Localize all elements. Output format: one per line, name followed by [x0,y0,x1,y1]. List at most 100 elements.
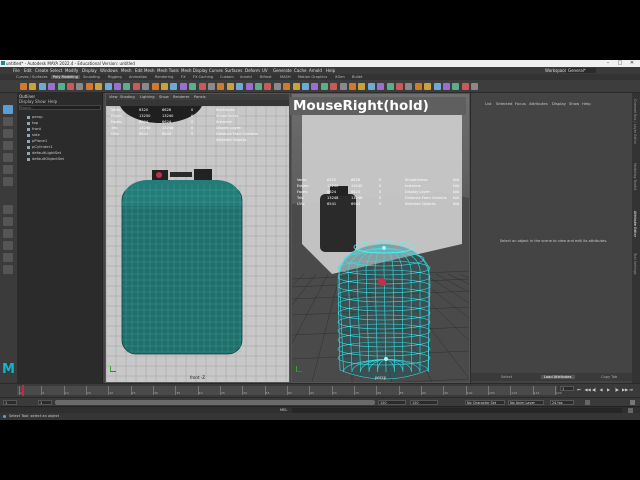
menu-uv[interactable]: UV [262,68,268,73]
menu-generate[interactable]: Generate [273,68,292,73]
preferences-icon[interactable] [630,400,635,405]
shelf-tab-bifrost[interactable]: Bifrost [260,75,272,79]
menu-cache[interactable]: Cache [294,68,306,73]
outliner-item-default-light-set[interactable]: defaultLightSet [27,150,61,155]
grid-icon[interactable] [367,83,375,90]
vp-menu-lighting[interactable]: Lighting [140,95,155,99]
merge-icon[interactable] [236,83,244,90]
search-layout-icon[interactable] [3,265,13,274]
plane-icon[interactable] [67,83,74,90]
auto-map-icon[interactable] [292,83,300,90]
menu-deform[interactable]: Deform [245,68,260,73]
cone-icon[interactable] [48,83,56,90]
shelf-tab-rigging[interactable]: Rigging [108,75,122,79]
playback-button[interactable]: ⏮ [577,387,581,392]
two-view-layout-icon[interactable] [3,229,13,238]
target-weld-icon[interactable] [255,83,262,90]
menu-curves[interactable]: Curves [209,68,223,73]
quad-draw-icon[interactable] [264,83,272,90]
ae-menu-attributes[interactable]: Attributes [529,101,548,106]
current-frame-marker[interactable] [22,385,24,396]
cylinder-icon[interactable] [38,83,46,90]
mirror-icon[interactable] [189,83,197,90]
cut-uv-icon[interactable] [302,83,309,90]
disc-icon[interactable] [76,83,84,90]
ae-menu-show[interactable]: Show [569,101,579,106]
ae-menu-list[interactable]: List [485,101,492,106]
outliner-menu-show[interactable]: Show [35,99,46,104]
sew-uv-icon[interactable] [311,83,319,90]
shelf-tab-mash[interactable]: MASH [280,75,291,79]
snap-curve-icon[interactable] [377,83,385,90]
menu-select[interactable]: Select [50,68,62,73]
freeze-icon[interactable] [349,83,356,90]
shelf-tab-animation[interactable]: Animation [129,75,147,79]
shelf-tab-fx[interactable]: FX [181,75,186,79]
shelf-tab-motion-graphics[interactable]: Motion Graphics [298,75,327,79]
ipr-icon[interactable] [443,83,450,90]
snap-view-icon[interactable] [396,83,403,90]
outliner-item-persp[interactable]: persp [27,114,43,119]
auto-key-icon[interactable] [585,400,590,405]
viewport-front[interactable]: View Shading Lighting Show Renderer Pane… [105,93,290,383]
paint-select-tool-icon[interactable] [3,129,13,138]
platonic-icon[interactable] [85,83,93,90]
torus-icon[interactable] [57,83,65,90]
side-tab-modeling-toolkit[interactable]: Modeling Toolkit [633,163,637,190]
snap-point-icon[interactable] [386,83,394,90]
outliner-item-pcylinder1[interactable]: pCylinder1 [27,144,53,149]
side-tab-tool-settings[interactable]: Tool Settings [633,253,637,275]
separate-icon[interactable] [161,83,168,90]
multicut-icon[interactable] [245,83,253,90]
shelf-tab-arnold[interactable]: Arnold [240,75,252,79]
vp-menu-show[interactable]: Show [159,95,169,99]
character-set-select[interactable]: No Character Set [465,400,505,405]
shelf-tab-custom[interactable]: Custom [220,75,234,79]
side-tab-attribute-editor[interactable]: Attribute Editor [633,211,637,237]
shelf-tab-fx-caching[interactable]: FX Caching [193,75,213,79]
extrude-icon[interactable] [198,83,206,90]
super-shape-icon[interactable] [123,83,131,90]
combine-icon[interactable] [151,83,159,90]
hypershade-icon[interactable] [461,83,469,90]
fill-hole-icon[interactable] [226,83,234,90]
smooth-icon[interactable] [170,83,178,90]
soccer-icon[interactable] [114,83,121,90]
outliner-item-pplane1[interactable]: pPlane1 [27,138,47,143]
ae-menu-selected[interactable]: Selected [496,101,512,106]
magnet-icon[interactable] [414,83,422,90]
menu-mesh[interactable]: Mesh [121,68,132,73]
vp-menu-view[interactable]: View [109,95,118,99]
last-tool-icon[interactable] [3,177,13,186]
four-view-layout-icon[interactable] [3,217,13,226]
side-tab-channel-box[interactable]: Channel Box / Layer Editor [633,99,637,144]
planar-map-icon[interactable] [283,83,291,90]
range-start-field[interactable]: 1 [3,400,17,405]
unfold-icon[interactable] [320,83,328,90]
playback-button[interactable]: ◀◀ [585,387,591,392]
shelf-tab-rendering[interactable]: Rendering [155,75,173,79]
shelf-tab-sculpting[interactable]: Sculpting [83,75,100,79]
close-button[interactable]: ✕ [626,60,638,67]
shelf-tab-bullet[interactable]: Bullet [352,75,362,79]
ae-menu-display[interactable]: Display [552,101,566,106]
playback-button[interactable]: ◀ [600,387,603,392]
shelf-tab-xgen[interactable]: XGen [335,75,345,79]
minimize-button[interactable]: – [602,60,614,67]
rotate-tool-icon[interactable] [3,153,13,162]
fps-select[interactable]: 24 fps [550,400,574,405]
lasso-tool-icon[interactable] [3,117,13,126]
helix-icon[interactable] [104,83,112,90]
boolean-icon[interactable] [179,83,187,90]
single-view-layout-icon[interactable] [3,205,13,214]
pipe-icon[interactable] [95,83,103,90]
layout-icon[interactable] [330,83,338,90]
time-ruler[interactable]: 1 5 10 15 20 25 30 35 40 45 50 55 60 65 70 75 80 85 90 95 10… [17,386,562,395]
ae-copy-tab-button[interactable]: Copy Tab [601,375,617,379]
menu-help[interactable]: Help [326,68,335,73]
select-tool-icon[interactable] [3,105,13,114]
range-inner-start-field[interactable]: 1 [38,400,52,405]
menu-arnold[interactable]: Arnold [309,68,322,73]
range-inner-end-field[interactable]: 120 [378,400,406,405]
ae-load-attributes-button[interactable]: Load Attributes [541,375,575,379]
